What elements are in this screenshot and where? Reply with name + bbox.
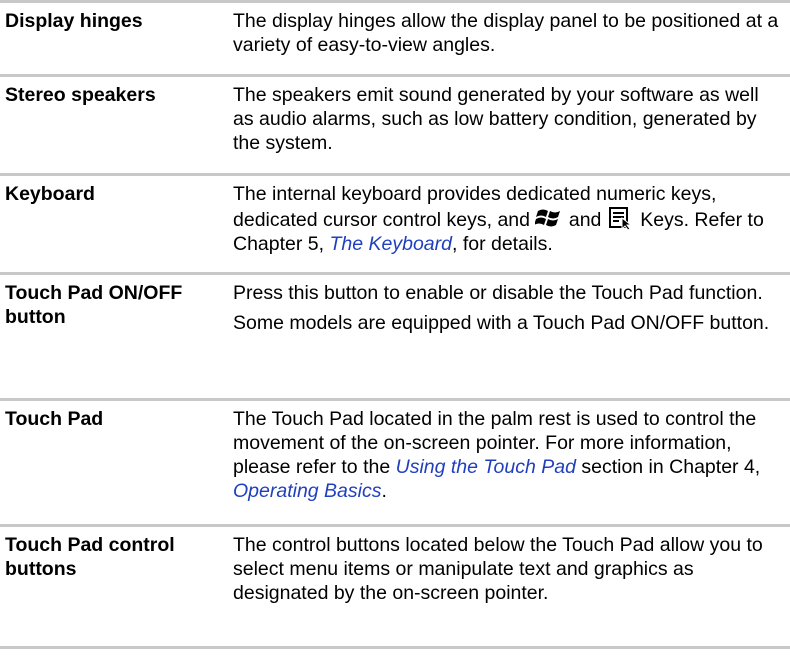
description-text: The control buttons located below the To… [233, 534, 763, 604]
row-description: The Touch Pad located in the palm rest i… [233, 401, 790, 524]
table-row: Keyboard The internal keyboard provides … [0, 173, 790, 272]
description-text-part: . [381, 480, 387, 502]
table-row: Stereo speakers The speakers emit sound … [0, 74, 790, 173]
chapter-link-operating-basics[interactable]: Operating Basics [233, 480, 382, 502]
row-description: The internal keyboard provides dedicated… [233, 176, 790, 272]
table-row: Touch Pad The Touch Pad located in the p… [0, 398, 790, 524]
table-row: Touch Pad control buttons The control bu… [0, 524, 790, 649]
row-description: Press this button to enable or disable t… [233, 275, 790, 398]
row-term: Touch Pad control buttons [5, 534, 175, 580]
description-text-part: , for details. [451, 233, 553, 255]
description-text-part: section in Chapter 4, [581, 456, 761, 478]
description-text-part: and [568, 209, 602, 231]
description-text: Press this button to enable or disable t… [233, 282, 763, 304]
row-description: The speakers emit sound generated by you… [233, 77, 790, 173]
description-text: Some models are equipped with a Touch Pa… [233, 312, 770, 334]
description-text: The speakers emit sound generated by you… [233, 84, 759, 154]
description-text: The display hinges allow the display pan… [233, 10, 779, 56]
application-key-icon [607, 206, 635, 231]
row-term: Display hinges [5, 10, 143, 32]
section-link-using-the-touch-pad[interactable]: Using the Touch Pad [396, 456, 576, 478]
description-text: The Touch Pad located in the palm rest i… [233, 407, 780, 503]
description-text: The internal keyboard provides dedicated… [233, 182, 780, 256]
row-description: The display hinges allow the display pan… [233, 3, 790, 74]
row-term: Touch Pad [5, 408, 104, 430]
table-row: Touch Pad ON/OFF button Press this butto… [0, 272, 790, 398]
row-term: Touch Pad ON/OFF button [5, 282, 183, 328]
chapter-link-the-keyboard[interactable]: The Keyboard [329, 233, 452, 255]
row-description: The control buttons located below the To… [233, 527, 790, 646]
row-term: Keyboard [5, 183, 95, 205]
windows-key-icon [534, 206, 563, 230]
row-term: Stereo speakers [5, 84, 156, 106]
spec-table: Display hinges The display hinges allow … [0, 0, 790, 649]
table-row: Display hinges The display hinges allow … [0, 0, 790, 74]
